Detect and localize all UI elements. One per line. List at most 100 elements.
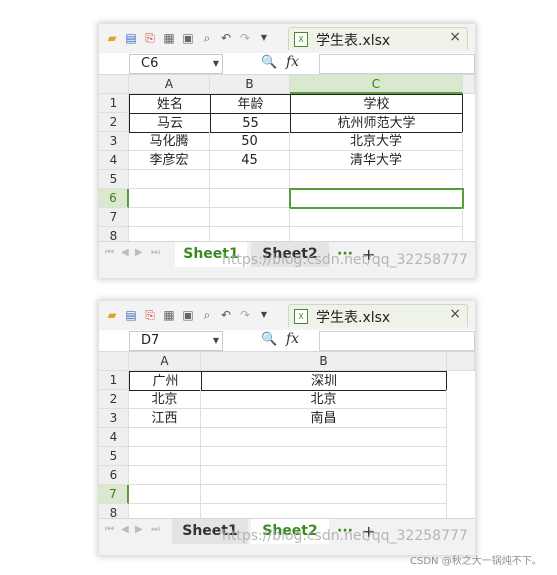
column-header-b[interactable]: B — [210, 75, 290, 94]
cell-c8[interactable] — [290, 227, 463, 241]
cell-b2[interactable]: 北京 — [201, 390, 447, 409]
prev-sheet-icon[interactable]: ◀ — [121, 247, 129, 258]
cell-a7[interactable] — [129, 208, 210, 227]
cell-a1[interactable]: 姓名 — [129, 94, 211, 114]
row-header-6[interactable]: 6 — [99, 466, 129, 485]
select-all-corner[interactable] — [99, 352, 129, 371]
cell-a6[interactable] — [129, 189, 210, 208]
cell-b7[interactable] — [201, 485, 447, 504]
cell-b3[interactable]: 50 — [210, 132, 290, 151]
first-sheet-icon[interactable]: ⏮ — [105, 524, 114, 535]
next-sheet-icon[interactable]: ▶ — [135, 524, 143, 535]
open-folder-icon[interactable]: ▰ — [105, 31, 119, 45]
cell-b2[interactable]: 55 — [210, 113, 291, 133]
cell-b8[interactable] — [201, 504, 447, 518]
column-header-a[interactable]: A — [129, 75, 210, 94]
function-button[interactable]: fx — [286, 54, 299, 70]
row-header-7[interactable]: 7 — [99, 208, 129, 227]
name-box[interactable]: D7 ▼ — [129, 331, 223, 351]
cell-b6[interactable] — [201, 466, 447, 485]
column-header-c[interactable] — [447, 352, 475, 371]
cell-a3[interactable]: 江西 — [129, 409, 201, 428]
row-header-3[interactable]: 3 — [99, 409, 129, 428]
cell-a7[interactable] — [129, 485, 201, 504]
cell-a8[interactable] — [129, 504, 201, 518]
active-cell-c6[interactable] — [289, 188, 464, 209]
name-box[interactable]: C6 ▼ — [129, 54, 223, 74]
last-sheet-icon[interactable]: ⏭ — [151, 247, 160, 258]
row-header-4[interactable]: 4 — [99, 151, 129, 170]
zoom-icon[interactable]: 🔍 — [261, 55, 277, 70]
cell-a2[interactable]: 北京 — [129, 390, 201, 409]
save-icon[interactable]: ▤ — [124, 308, 138, 322]
print-icon[interactable]: ▦ — [162, 308, 176, 322]
print-icon[interactable]: ▦ — [162, 31, 176, 45]
cell-c1[interactable]: 学校 — [290, 94, 463, 114]
next-sheet-icon[interactable]: ▶ — [135, 247, 143, 258]
zoom-icon[interactable]: 🔍 — [261, 332, 277, 347]
cell-b6[interactable] — [210, 189, 290, 208]
find-icon[interactable]: ⌕ — [200, 308, 214, 322]
row-header-1[interactable]: 1 — [99, 371, 129, 390]
undo-icon[interactable]: ↶ — [219, 31, 233, 45]
row-header-7[interactable]: 7 — [99, 485, 129, 504]
cell-c7[interactable] — [290, 208, 463, 227]
redo-icon[interactable]: ↷ — [238, 308, 252, 322]
cell-b4[interactable] — [201, 428, 447, 447]
cell-a3[interactable]: 马化腾 — [129, 132, 210, 151]
column-header-b[interactable]: B — [201, 352, 447, 371]
cell-b1[interactable]: 深圳 — [201, 371, 447, 391]
cell-a6[interactable] — [129, 466, 201, 485]
file-tab[interactable]: X 学生表.xlsx × — [288, 304, 468, 327]
dropdown-arrow-icon[interactable]: ▼ — [257, 308, 271, 322]
cell-c3[interactable]: 北京大学 — [290, 132, 463, 151]
prev-sheet-icon[interactable]: ◀ — [121, 524, 129, 535]
print-preview-icon[interactable]: ▣ — [181, 308, 195, 322]
select-all-corner[interactable] — [99, 75, 129, 94]
formula-input[interactable] — [319, 331, 475, 351]
first-sheet-icon[interactable]: ⏮ — [105, 247, 114, 258]
save-icon[interactable]: ▤ — [124, 31, 138, 45]
cell-b5[interactable] — [210, 170, 290, 189]
export-pdf-icon[interactable]: ⎘ — [143, 308, 157, 322]
row-header-3[interactable]: 3 — [99, 132, 129, 151]
cell-a4[interactable] — [129, 428, 201, 447]
row-header-4[interactable]: 4 — [99, 428, 129, 447]
undo-icon[interactable]: ↶ — [219, 308, 233, 322]
row-header-1[interactable]: 1 — [99, 94, 129, 113]
cell-b1[interactable]: 年龄 — [210, 94, 291, 114]
name-box-dropdown-icon[interactable]: ▼ — [213, 332, 219, 350]
row-header-2[interactable]: 2 — [99, 390, 129, 409]
redo-icon[interactable]: ↷ — [238, 31, 252, 45]
last-sheet-icon[interactable]: ⏭ — [151, 524, 160, 535]
open-folder-icon[interactable]: ▰ — [105, 308, 119, 322]
formula-input[interactable] — [319, 54, 475, 74]
cell-c4[interactable]: 清华大学 — [290, 151, 463, 170]
cell-c5[interactable] — [290, 170, 463, 189]
cell-b4[interactable]: 45 — [210, 151, 290, 170]
cell-a5[interactable] — [129, 170, 210, 189]
file-tab[interactable]: X 学生表.xlsx × — [288, 27, 468, 50]
close-tab-button[interactable]: × — [449, 29, 461, 45]
name-box-dropdown-icon[interactable]: ▼ — [213, 55, 219, 73]
cell-a2[interactable]: 马云 — [129, 113, 211, 133]
cell-b7[interactable] — [210, 208, 290, 227]
dropdown-arrow-icon[interactable]: ▼ — [257, 31, 271, 45]
column-header-a[interactable]: A — [129, 352, 201, 371]
find-icon[interactable]: ⌕ — [200, 31, 214, 45]
cell-b8[interactable] — [210, 227, 290, 241]
row-header-8[interactable]: 8 — [99, 227, 129, 241]
cell-a4[interactable]: 李彦宏 — [129, 151, 210, 170]
cell-c2[interactable]: 杭州师范大学 — [290, 113, 463, 133]
export-pdf-icon[interactable]: ⎘ — [143, 31, 157, 45]
cell-a1[interactable]: 广州 — [129, 371, 202, 391]
close-tab-button[interactable]: × — [449, 306, 461, 322]
column-header-c[interactable]: C — [290, 75, 463, 94]
cell-b5[interactable] — [201, 447, 447, 466]
row-header-2[interactable]: 2 — [99, 113, 129, 132]
column-header-d[interactable] — [463, 75, 475, 94]
cell-a8[interactable] — [129, 227, 210, 241]
print-preview-icon[interactable]: ▣ — [181, 31, 195, 45]
row-header-5[interactable]: 5 — [99, 447, 129, 466]
row-header-5[interactable]: 5 — [99, 170, 129, 189]
